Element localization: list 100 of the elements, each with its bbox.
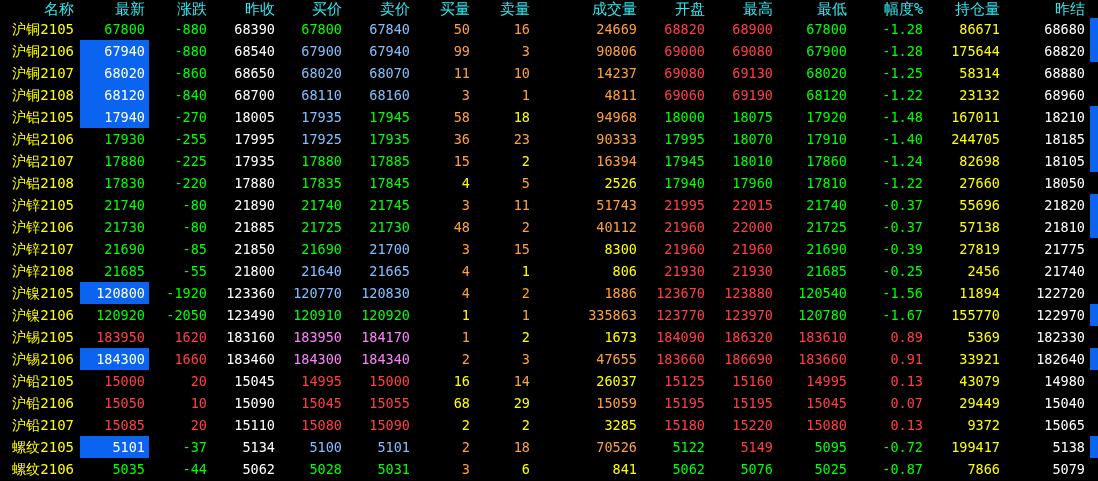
table-cell-text: 2456 — [966, 262, 1001, 281]
column-header[interactable]: 涨跌 — [149, 0, 211, 18]
column-header[interactable]: 持仓量 — [927, 0, 1004, 18]
contract-name[interactable]: 沪锡2105 — [0, 326, 78, 348]
table-cell-text: 17940 — [663, 174, 706, 193]
table-cell-text: -0.37 — [881, 218, 924, 237]
table-cell-text: 183660 — [797, 350, 848, 369]
table-cell-text: 123490 — [225, 306, 276, 325]
table-cell-text: 17935 — [368, 130, 411, 149]
table-cell-text: 21730 — [103, 218, 146, 237]
table-cell-text: 2 — [520, 284, 531, 303]
column-header[interactable]: 最高 — [709, 0, 777, 18]
table-cell-text: 17930 — [103, 130, 146, 149]
table-cell-text: 17925 — [300, 130, 343, 149]
table-cell-text: 48 — [452, 218, 471, 237]
table-cell-text: 15050 — [103, 394, 146, 413]
table-cell-text: 123970 — [723, 306, 774, 325]
contract-name[interactable]: 螺纹2105 — [0, 436, 78, 458]
column-header[interactable]: 名称 — [0, 0, 78, 18]
table-cell-text: 21725 — [300, 218, 343, 237]
table-cell-text: 21800 — [233, 262, 276, 281]
table-cell-text: 17810 — [805, 174, 848, 193]
table-cell-text: 11 — [512, 196, 531, 215]
contract-name[interactable]: 沪铝2105 — [0, 106, 78, 128]
contract-name[interactable]: 沪铝2106 — [0, 128, 78, 150]
contract-name[interactable]: 沪锌2107 — [0, 238, 78, 260]
table-cell-text: 21890 — [233, 196, 276, 215]
column-header[interactable]: 最新 — [78, 0, 149, 18]
table-cell-text: 50 — [452, 20, 471, 39]
contract-name[interactable]: 沪镍2106 — [0, 304, 78, 326]
table-cell-text: 18050 — [1043, 174, 1086, 193]
contract-name[interactable]: 沪铜2106 — [0, 40, 78, 62]
contract-name[interactable]: 沪锌2106 — [0, 216, 78, 238]
column-header[interactable]: 成交量 — [534, 0, 641, 18]
table-cell-text: 21685 — [103, 262, 146, 281]
contract-name[interactable]: 沪铅2106 — [0, 392, 78, 414]
table-cell-text: 15195 — [663, 394, 706, 413]
table-cell-text: 26037 — [595, 372, 638, 391]
table-cell-text: -880 — [173, 42, 208, 61]
table-cell-text: 184170 — [360, 328, 411, 347]
table-cell-text: 21690 — [805, 240, 848, 259]
table-cell-text: 16 — [452, 372, 471, 391]
table-cell-text: 5028 — [308, 460, 343, 479]
table-cell-text: 68880 — [1043, 64, 1086, 83]
column-header[interactable]: 买价 — [279, 0, 346, 18]
contract-name[interactable]: 沪铜2105 — [0, 18, 78, 40]
table-cell-text: 67800 — [300, 20, 343, 39]
table-cell-text: 5062 — [671, 460, 706, 479]
table-cell-text: -0.37 — [881, 196, 924, 215]
table-cell-text: 17945 — [663, 152, 706, 171]
column-header[interactable]: 卖价 — [346, 0, 414, 18]
table-cell-text: 16 — [512, 20, 531, 39]
contract-name[interactable]: 沪锡2106 — [0, 348, 78, 370]
table-cell-text: 68160 — [368, 86, 411, 105]
contract-name[interactable]: 沪铜2107 — [0, 62, 78, 84]
contract-name[interactable]: 沪锌2105 — [0, 194, 78, 216]
table-cell-text: 17880 — [233, 174, 276, 193]
table-cell-text: 94968 — [595, 108, 638, 127]
column-header[interactable]: 昨收 — [211, 0, 279, 18]
table-cell-text: 122720 — [1035, 284, 1086, 303]
table-cell-text: 21685 — [805, 262, 848, 281]
table-cell-text: 183460 — [225, 350, 276, 369]
contract-name[interactable]: 沪铅2107 — [0, 414, 78, 436]
table-cell-text: 21740 — [103, 196, 146, 215]
table-cell-text: 5062 — [241, 460, 276, 479]
column-header[interactable]: 最低 — [777, 0, 851, 18]
table-cell-text: 99 — [452, 42, 471, 61]
contract-name[interactable]: 沪铝2108 — [0, 172, 78, 194]
column-header[interactable]: 卖量 — [474, 0, 534, 18]
contract-name[interactable]: 沪铜2108 — [0, 84, 78, 106]
table-cell-text: 18 — [512, 438, 531, 457]
table-cell-text: 120540 — [797, 284, 848, 303]
contract-name[interactable]: 螺纹2106 — [0, 458, 78, 480]
contract-name[interactable]: 沪镍2105 — [0, 282, 78, 304]
column-header[interactable]: 幅度% — [851, 0, 927, 18]
table-cell-text: 20 — [189, 416, 208, 435]
table-cell-text: 68120 — [805, 86, 848, 105]
table-cell-text: 17880 — [300, 152, 343, 171]
table-cell-text: 36 — [452, 130, 471, 149]
table-cell-text: 16394 — [595, 152, 638, 171]
table-cell-text: 9372 — [966, 416, 1001, 435]
table-cell-text: 175644 — [950, 42, 1001, 61]
table-cell-text: 21745 — [368, 196, 411, 215]
table-cell-text: 5101 — [376, 438, 411, 457]
table-cell-text: 18 — [512, 108, 531, 127]
table-cell-text: 0.91 — [889, 350, 924, 369]
contract-name[interactable]: 沪锌2108 — [0, 260, 78, 282]
column-header[interactable]: 买量 — [414, 0, 474, 18]
table-cell-text: -0.25 — [881, 262, 924, 281]
table-cell-text: 8300 — [603, 240, 638, 259]
table-cell-text: 17830 — [103, 174, 146, 193]
contract-name[interactable]: 沪铅2105 — [0, 370, 78, 392]
table-cell-text: 21740 — [805, 196, 848, 215]
table-cell-text: 183950 — [292, 328, 343, 347]
column-header[interactable]: 昨结 — [1004, 0, 1089, 18]
table-cell-text: 2 — [460, 350, 471, 369]
table-cell-text: 14237 — [595, 64, 638, 83]
column-header[interactable]: 开盘 — [641, 0, 709, 18]
table-cell-text: 2 — [520, 218, 531, 237]
contract-name[interactable]: 沪铝2107 — [0, 150, 78, 172]
